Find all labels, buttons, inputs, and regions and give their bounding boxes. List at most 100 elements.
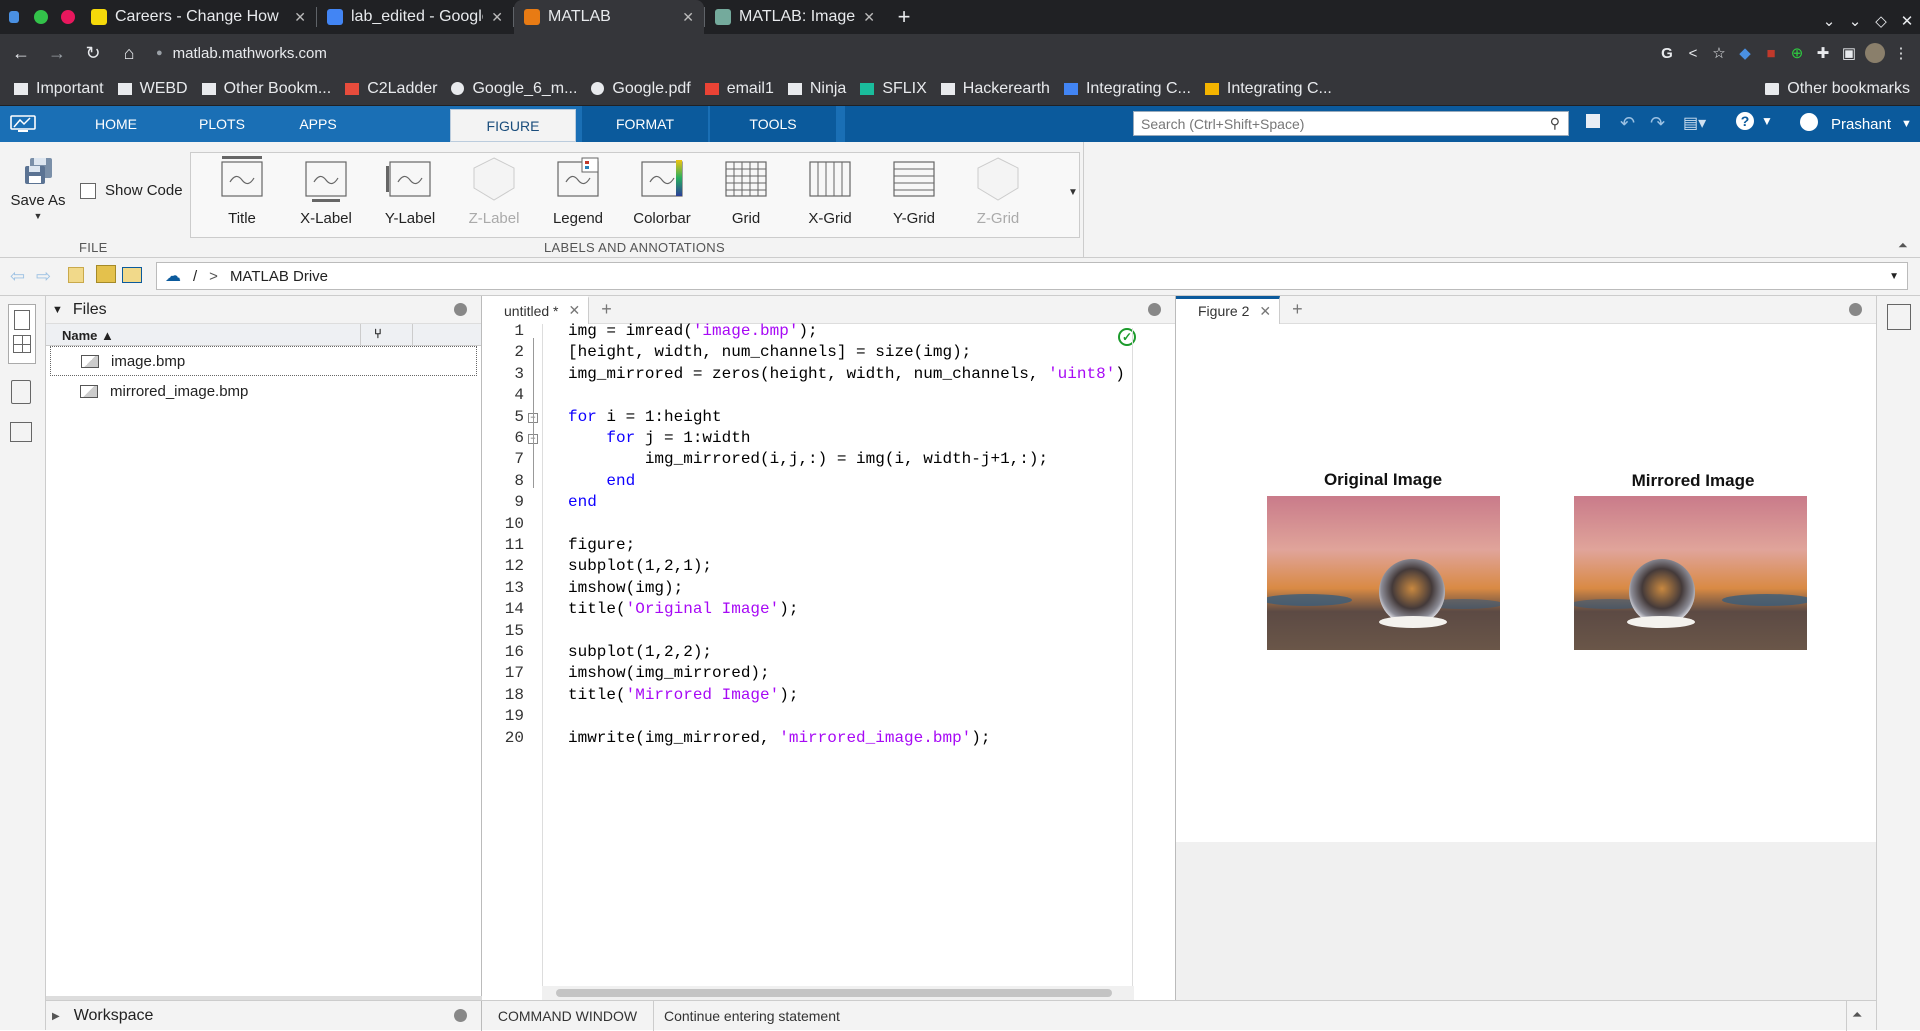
add-figure-icon[interactable]: + xyxy=(1292,299,1303,320)
ribbon-tab-figure[interactable]: FIGURE xyxy=(450,109,576,142)
sidepanel-icon[interactable]: ▣ xyxy=(1836,40,1862,66)
help-icon[interactable]: ? xyxy=(1736,112,1754,130)
panel-options-icon[interactable] xyxy=(454,1009,467,1022)
bookmark-item[interactable]: Integrating C... xyxy=(1063,80,1191,98)
bookmark-item[interactable]: Important xyxy=(14,80,104,98)
x-grid-button[interactable]: X-Grid xyxy=(790,156,870,227)
code-line[interactable]: title('Mirrored Image'); xyxy=(568,686,798,704)
path-field[interactable]: ☁ / > MATLAB Drive ▼ xyxy=(156,262,1908,290)
panel-options-icon[interactable] xyxy=(454,303,467,316)
ribbon-tab-apps[interactable]: APPS xyxy=(283,106,353,142)
other-bookmarks[interactable]: Other bookmarks xyxy=(1765,80,1910,98)
restore-icon[interactable]: ◇ xyxy=(1868,8,1894,34)
code-line[interactable]: figure; xyxy=(568,536,635,554)
name-column-header[interactable]: Name ▲ xyxy=(62,328,114,343)
code-line[interactable]: imshow(img); xyxy=(568,579,683,597)
path-dropdown-icon[interactable]: ▼ xyxy=(1889,271,1899,282)
command-history-icon[interactable] xyxy=(10,422,32,442)
up-folder-icon[interactable] xyxy=(68,267,84,283)
code-line[interactable]: img_mirrored = zeros(height, width, num_… xyxy=(568,365,1125,383)
tab-search-icon[interactable]: ⌄ xyxy=(1816,8,1842,34)
code-line[interactable]: title('Original Image'); xyxy=(568,600,798,618)
legend-button[interactable]: Legend xyxy=(538,156,618,227)
bookmark-item[interactable]: Ninja xyxy=(787,80,846,98)
expand-command-window-icon[interactable]: ⏶ xyxy=(1852,1007,1862,1023)
file-row[interactable]: mirrored_image.bmp xyxy=(50,376,477,406)
title-button[interactable]: Title xyxy=(202,156,282,227)
undo-icon[interactable]: ↶ xyxy=(1620,113,1635,134)
figure-tab[interactable]: Figure 2 ✕ xyxy=(1176,295,1281,324)
matlab-search-input[interactable]: Search (Ctrl+Shift+Space) ⚲ xyxy=(1133,111,1569,136)
editor-tab-untitled[interactable]: untitled * ✕ xyxy=(482,295,590,324)
code-line[interactable]: img = imread('image.bmp'); xyxy=(568,322,818,340)
close-tab-icon[interactable]: ✕ xyxy=(863,9,875,26)
workspace-panel-header[interactable]: ▶ Workspace xyxy=(46,1001,482,1031)
reload-icon[interactable]: ↻ xyxy=(78,38,108,68)
y-label-button[interactable]: Y-Label xyxy=(370,156,450,227)
bookmark-item[interactable]: WEBD xyxy=(117,80,188,98)
window-layout-icon[interactable]: ▤▾ xyxy=(1683,113,1706,133)
code-line[interactable]: [height, width, num_channels] = size(img… xyxy=(568,343,971,361)
property-inspector-icon[interactable] xyxy=(1887,304,1911,330)
google-icon[interactable]: G xyxy=(1654,40,1680,66)
pinned-tab[interactable] xyxy=(0,0,27,34)
more-annotations-icon[interactable]: ▼ xyxy=(1068,187,1078,198)
pinned-tab[interactable] xyxy=(27,0,54,34)
expand-icon[interactable]: ▶ xyxy=(52,1011,60,1022)
bookmark-item[interactable]: Other Bookm... xyxy=(201,80,331,98)
code-line[interactable]: subplot(1,2,1); xyxy=(568,557,712,575)
code-analyzer-ok-icon[interactable]: ✓ xyxy=(1118,328,1136,346)
history-panel-icon[interactable] xyxy=(11,380,31,404)
extension-ublock-icon[interactable]: ■ xyxy=(1758,40,1784,66)
pinned-tab[interactable] xyxy=(54,0,81,34)
forward-folder-icon[interactable]: ⇨ xyxy=(36,266,51,287)
code-line[interactable]: end xyxy=(568,472,635,490)
x-label-button[interactable]: X-Label xyxy=(286,156,366,227)
code-line[interactable]: for j = 1:width xyxy=(568,429,750,447)
code-line[interactable]: imshow(img_mirrored); xyxy=(568,664,770,682)
files-panel-icon[interactable] xyxy=(14,310,30,330)
close-window-icon[interactable]: ✕ xyxy=(1894,8,1920,34)
browse-drive-icon[interactable] xyxy=(122,267,142,283)
ribbon-tab-home[interactable]: HOME xyxy=(78,106,154,142)
show-code-checkbox[interactable]: Show Code xyxy=(80,182,183,199)
back-folder-icon[interactable]: ⇦ xyxy=(10,266,25,287)
profile-avatar[interactable] xyxy=(1862,40,1888,66)
save-as-button[interactable]: Save As ▼ xyxy=(8,154,68,221)
file-row[interactable]: image.bmp xyxy=(50,346,477,376)
code-line[interactable]: imwrite(img_mirrored, 'mirrored_image.bm… xyxy=(568,729,990,747)
home-icon[interactable]: ⌂ xyxy=(114,38,144,68)
redo-icon[interactable]: ↷ xyxy=(1650,113,1665,134)
close-tab-icon[interactable]: ✕ xyxy=(491,9,503,26)
browser-tab[interactable]: lab_edited - Google Do ✕ xyxy=(317,0,513,34)
bookmark-item[interactable]: Hackerearth xyxy=(940,80,1050,98)
extension-plus-icon[interactable]: ⊕ xyxy=(1784,40,1810,66)
y-grid-button[interactable]: Y-Grid xyxy=(874,156,954,227)
user-dropdown-icon[interactable]: ▼ xyxy=(1901,118,1912,130)
panel-options-icon[interactable] xyxy=(1849,303,1862,316)
git-branch-icon[interactable]: ⑂ xyxy=(374,326,382,341)
collapse-icon[interactable]: ▼ xyxy=(52,304,63,316)
extensions-puzzle-icon[interactable]: ✚ xyxy=(1810,40,1836,66)
path-folder[interactable]: MATLAB Drive xyxy=(230,268,328,285)
bookmark-item[interactable]: email1 xyxy=(704,80,774,98)
minimize-icon[interactable]: ⌄ xyxy=(1842,8,1868,34)
bookmark-item[interactable]: Google.pdf xyxy=(591,80,691,98)
code-line[interactable]: subplot(1,2,2); xyxy=(568,643,712,661)
layout-grid-icon[interactable] xyxy=(13,335,31,353)
colorbar-button[interactable]: Colorbar xyxy=(622,156,702,227)
bookmark-item[interactable]: Google_6_m... xyxy=(451,80,577,98)
user-avatar[interactable] xyxy=(1800,113,1818,131)
share-icon[interactable]: < xyxy=(1680,40,1706,66)
close-figure-icon[interactable]: ✕ xyxy=(1259,303,1271,320)
help-dropdown-icon[interactable]: ▼ xyxy=(1761,114,1773,128)
browser-tab[interactable]: Careers - Change How ✕ xyxy=(81,0,316,34)
ribbon-tab-tools[interactable]: TOOLS xyxy=(710,106,836,142)
command-window-tab[interactable]: COMMAND WINDOW xyxy=(482,1001,654,1031)
code-line[interactable]: img_mirrored(i,j,:) = img(i, width-j+1,:… xyxy=(568,450,1048,468)
bookmark-item[interactable]: C2Ladder xyxy=(345,80,437,98)
collapse-ribbon-icon[interactable]: ⏶ xyxy=(1898,238,1908,253)
forward-icon[interactable]: → xyxy=(42,38,72,68)
close-tab-icon[interactable]: ✕ xyxy=(568,302,580,319)
browser-tab[interactable]: MATLAB: Image Mirrori ✕ xyxy=(705,0,885,34)
